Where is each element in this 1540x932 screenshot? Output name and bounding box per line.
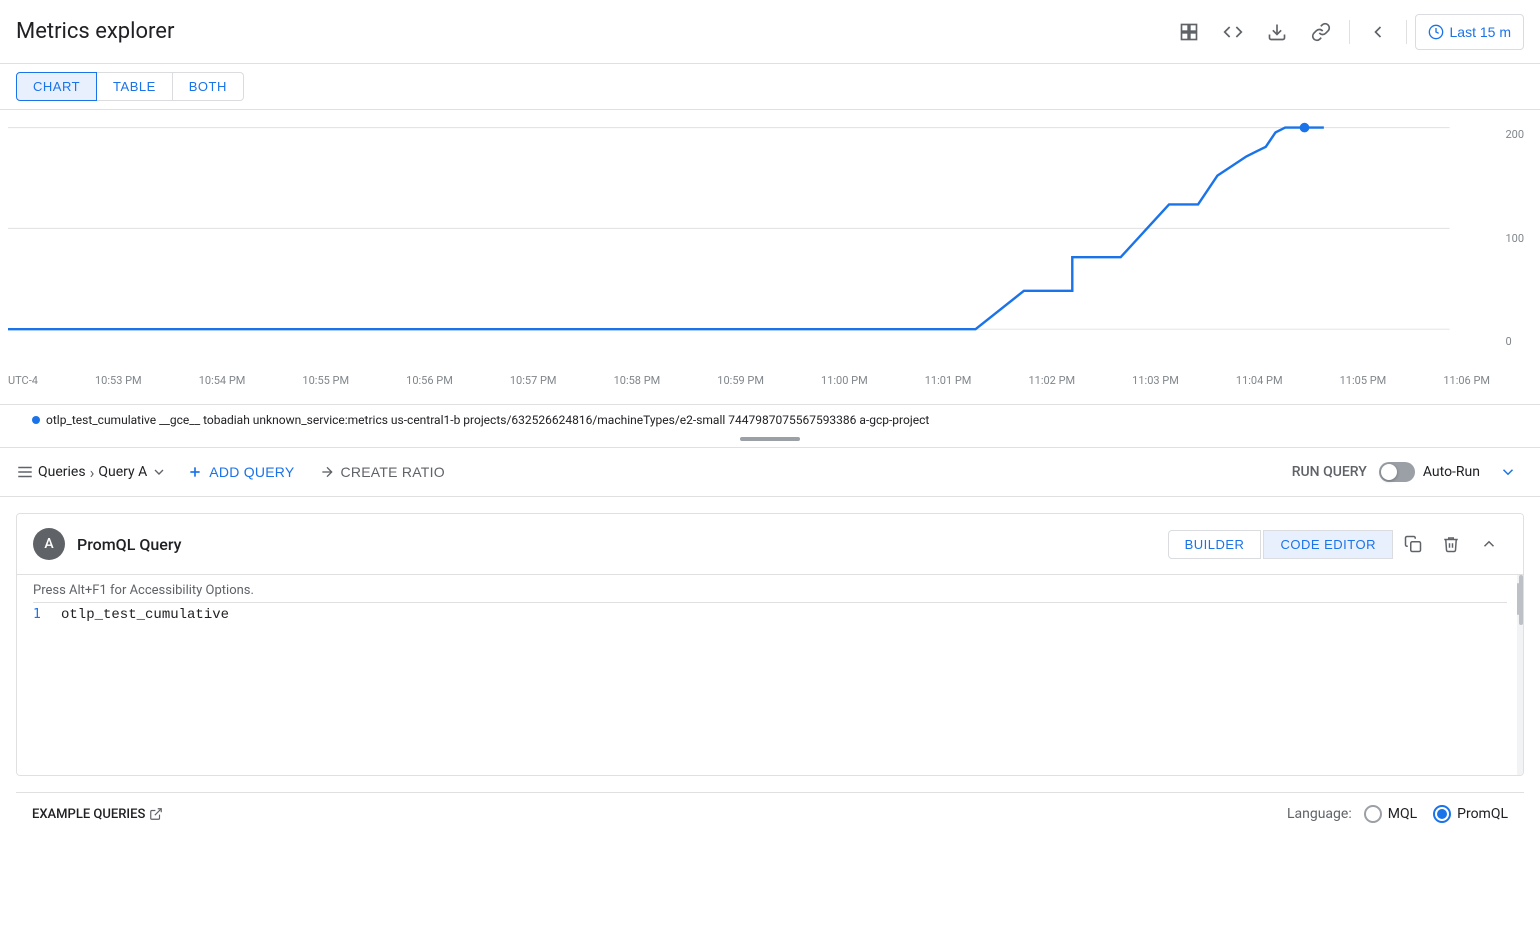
tab-table[interactable]: TABLE <box>97 72 173 101</box>
add-query-label: ADD QUERY <box>209 464 294 480</box>
mql-radio-circle <box>1364 805 1382 823</box>
create-ratio-label: CREATE RATIO <box>341 464 445 480</box>
builder-tab[interactable]: BUILDER <box>1168 530 1262 559</box>
query-dropdown-icon <box>151 464 167 480</box>
create-ratio-btn[interactable]: CREATE RATIO <box>307 458 457 486</box>
example-queries-link[interactable]: EXAMPLE QUERIES <box>32 807 163 822</box>
chart-container: 200 100 0 UTC-4 10:53 PM 10:54 PM 10:55 … <box>0 110 1540 405</box>
mql-label: MQL <box>1388 806 1417 822</box>
scroll-bar[interactable] <box>16 433 1524 445</box>
auto-run-toggle: Auto-Run <box>1379 462 1480 482</box>
code-content[interactable]: otlp_test_cumulative <box>61 607 229 623</box>
add-icon <box>187 464 203 480</box>
collapse-query-btn[interactable] <box>1471 526 1507 562</box>
chart-legend-area: otlp_test_cumulative __gce__ tobadiah un… <box>0 405 1540 448</box>
queries-label-text: Queries <box>38 464 86 480</box>
collapse-icon <box>1480 535 1498 553</box>
page-title: Metrics explorer <box>16 19 174 44</box>
code-editor-scrollthumb[interactable] <box>1519 575 1523 625</box>
promql-label: PromQL <box>1457 806 1508 822</box>
code-scrollbar <box>1517 583 1519 615</box>
chart-svg <box>8 118 1498 358</box>
query-panel-title: PromQL Query <box>77 535 1168 554</box>
language-radio-group: MQL PromQL <box>1364 805 1508 823</box>
view-tabs: CHART TABLE BOTH <box>0 64 1540 110</box>
code-line-1: 1 otlp_test_cumulative <box>33 607 1507 623</box>
legend-dot <box>32 416 40 424</box>
legend-text: otlp_test_cumulative __gce__ tobadiah un… <box>46 413 929 427</box>
table-view-icon-btn[interactable] <box>1169 12 1209 52</box>
bottom-bar: EXAMPLE QUERIES Language: MQL PromQL <box>16 792 1524 835</box>
chevron-right-icon: › <box>90 463 95 482</box>
header-divider <box>1349 20 1350 44</box>
auto-run-toggle-track[interactable] <box>1379 462 1415 482</box>
query-toolbar: Queries › Query A ADD QUERY CREATE RATIO… <box>0 448 1540 497</box>
y-label-200: 200 <box>1505 128 1524 141</box>
scroll-thumb <box>740 437 800 441</box>
accessibility-hint: Press Alt+F1 for Accessibility Options. <box>33 583 1507 598</box>
query-name-label: Query A <box>98 464 147 480</box>
link-icon-btn[interactable] <box>1301 12 1341 52</box>
promql-radio-circle <box>1433 805 1451 823</box>
queries-menu-btn[interactable]: Queries <box>16 463 86 481</box>
header-divider-2 <box>1406 20 1407 44</box>
expand-queries-btn[interactable] <box>1492 456 1524 488</box>
auto-run-label: Auto-Run <box>1423 464 1480 480</box>
tab-both[interactable]: BOTH <box>173 72 244 101</box>
mql-radio[interactable]: MQL <box>1364 805 1417 823</box>
tab-chart[interactable]: CHART <box>16 72 97 101</box>
toggle-knob <box>1381 464 1397 480</box>
expand-icon <box>1499 463 1517 481</box>
copy-icon <box>1404 535 1422 553</box>
query-header-buttons: BUILDER CODE EDITOR <box>1168 526 1507 562</box>
copy-query-btn[interactable] <box>1395 526 1431 562</box>
line-number: 1 <box>33 607 45 622</box>
chart-endpoint-dot <box>1300 123 1310 133</box>
promql-radio-dot <box>1437 809 1447 819</box>
promql-radio[interactable]: PromQL <box>1433 805 1508 823</box>
query-avatar: A <box>33 528 65 560</box>
delete-query-btn[interactable] <box>1433 526 1469 562</box>
queries-list-icon <box>16 463 34 481</box>
chart-legend: otlp_test_cumulative __gce__ tobadiah un… <box>16 409 1524 433</box>
query-panel: A PromQL Query BUILDER CODE EDITOR <box>16 513 1524 776</box>
language-label: Language: <box>1287 806 1352 822</box>
code-icon-btn[interactable] <box>1213 12 1253 52</box>
time-range-label: Last 15 m <box>1450 24 1511 40</box>
code-editor-tab[interactable]: CODE EDITOR <box>1263 530 1393 559</box>
delete-icon <box>1442 535 1460 553</box>
header: Metrics explorer <box>0 0 1540 64</box>
external-link-icon <box>149 807 163 821</box>
example-queries-label: EXAMPLE QUERIES <box>32 807 145 822</box>
header-actions: Last 15 m <box>1169 12 1524 52</box>
y-label-100: 100 <box>1505 232 1524 245</box>
query-selector[interactable]: Query A <box>98 464 167 480</box>
back-icon-btn[interactable] <box>1358 12 1398 52</box>
y-label-0: 0 <box>1505 335 1524 348</box>
run-query-btn[interactable]: RUN QUERY <box>1292 464 1367 480</box>
query-panel-header: A PromQL Query BUILDER CODE EDITOR <box>17 514 1523 575</box>
download-icon-btn[interactable] <box>1257 12 1297 52</box>
ratio-icon <box>319 464 335 480</box>
add-query-btn[interactable]: ADD QUERY <box>175 458 306 486</box>
time-range-btn[interactable]: Last 15 m <box>1415 14 1524 50</box>
code-editor-area[interactable]: Press Alt+F1 for Accessibility Options. … <box>17 575 1523 775</box>
